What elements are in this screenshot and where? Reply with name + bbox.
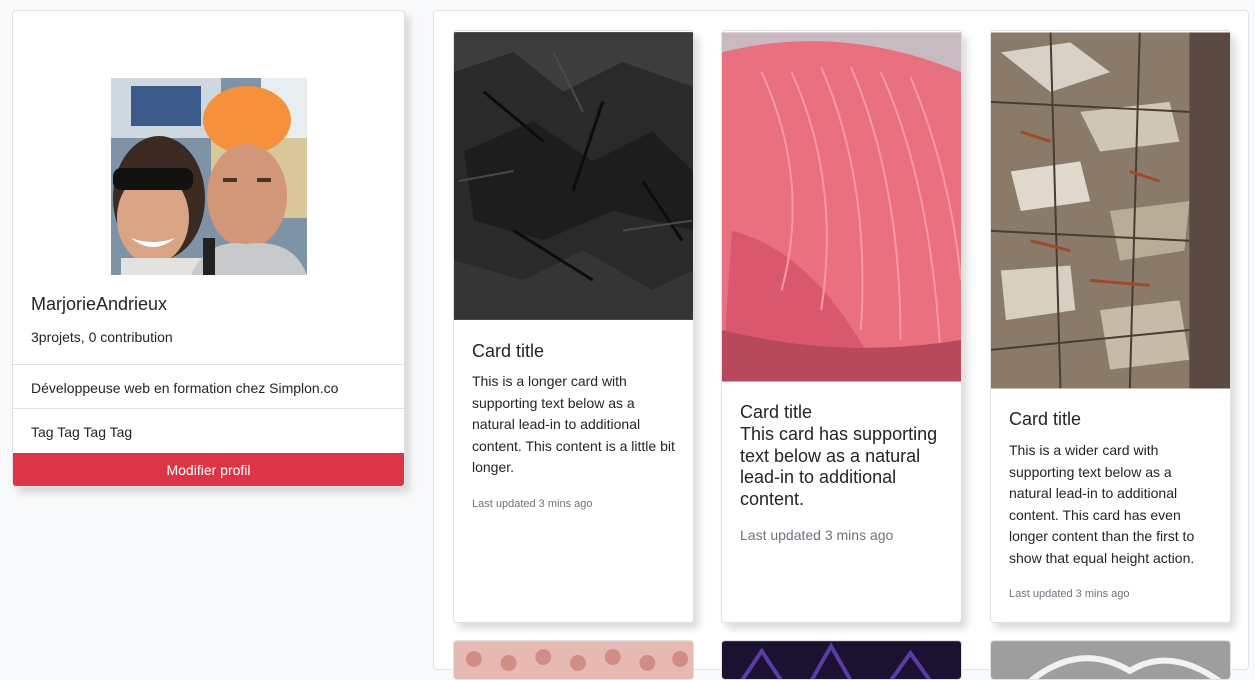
card-text: This is a longer card with supporting te… <box>472 373 675 475</box>
card-title: Card title <box>1009 409 1082 429</box>
projects-panel: Card title This is a longer card with su… <box>433 10 1249 680</box>
card-updated: Last updated 3 mins ago <box>740 527 894 543</box>
card-title: Card title <box>740 402 813 422</box>
profile-card: MarjorieAndrieux 3projets, 0 contributio… <box>12 10 405 487</box>
card-title: Card title <box>472 341 545 361</box>
card-updated: Last updated 3 mins ago <box>472 498 593 510</box>
divider <box>13 364 404 365</box>
card-image-tree-bark <box>991 32 1230 389</box>
divider <box>13 408 404 409</box>
edit-profile-button[interactable]: Modifier profil <box>13 453 404 486</box>
profile-name: MarjorieAndrieux <box>31 294 168 314</box>
card-text: This card has supporting text below as a… <box>740 424 938 509</box>
card-text: This is a wider card with supporting tex… <box>1009 442 1195 566</box>
project-card[interactable]: Card title This is a wider card with sup… <box>990 30 1231 623</box>
card-image-pink-mushroom <box>722 32 961 382</box>
project-card-partial[interactable] <box>721 640 962 680</box>
profile-bio: Développeuse web en formation chez Simpl… <box>31 380 339 396</box>
card-image-dark-rock <box>454 32 693 320</box>
project-card[interactable]: Card title This card has supporting text… <box>721 30 962 623</box>
profile-avatar <box>111 78 307 275</box>
project-card[interactable]: Card title This is a longer card with su… <box>453 30 694 623</box>
project-card-partial[interactable] <box>990 640 1231 680</box>
profile-stats: 3projets, 0 contribution <box>31 329 173 345</box>
profile-tags: Tag Tag Tag Tag <box>31 424 133 440</box>
card-updated: Last updated 3 mins ago <box>1009 588 1130 600</box>
project-card-partial[interactable] <box>453 640 694 680</box>
